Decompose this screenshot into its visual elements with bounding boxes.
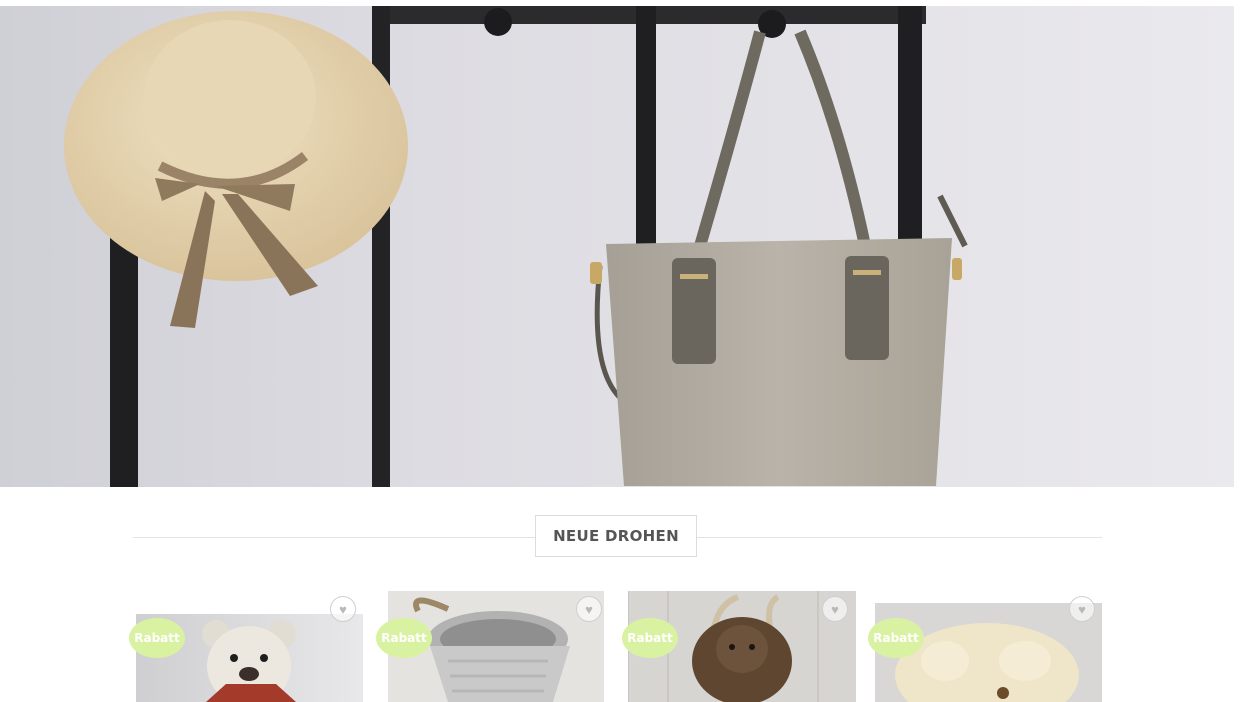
discount-badge: Rabatt <box>376 618 432 658</box>
hero-banner[interactable] <box>0 6 1234 487</box>
section-title: NEUE DROHEN <box>535 515 697 557</box>
scrollbar-track[interactable] <box>1234 0 1248 487</box>
top-strip <box>0 0 1248 6</box>
hero-image <box>0 6 1234 487</box>
heart-icon[interactable]: ♥ <box>822 596 848 622</box>
discount-badge: Rabatt <box>868 618 924 658</box>
heart-icon[interactable]: ♥ <box>1069 596 1095 622</box>
discount-badge: Rabatt <box>622 618 678 658</box>
heart-icon[interactable]: ♥ <box>330 596 356 622</box>
discount-badge: Rabatt <box>129 618 185 658</box>
heart-icon[interactable]: ♥ <box>576 596 602 622</box>
